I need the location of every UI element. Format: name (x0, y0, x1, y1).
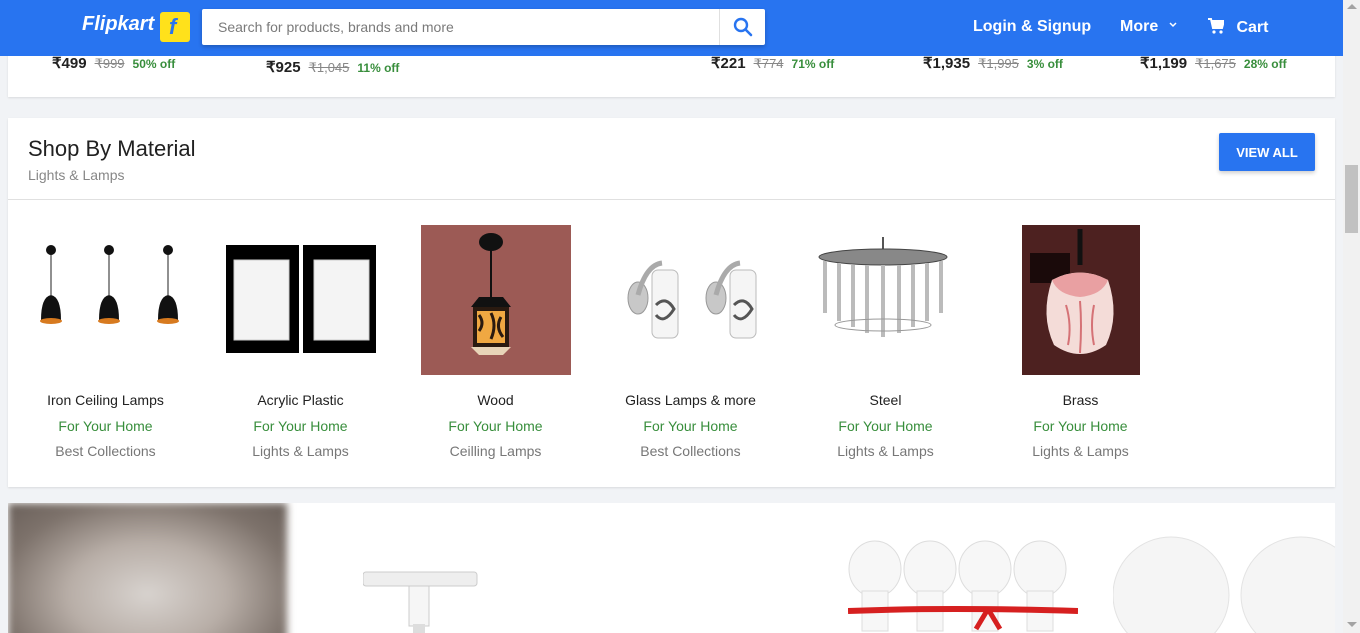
original-price: ₹1,995 (978, 56, 1019, 71)
discount-badge: 11% off (357, 61, 400, 75)
view-all-button[interactable]: VIEW ALL (1219, 133, 1315, 171)
product-category: Best Collections (55, 443, 156, 459)
product-category: Best Collections (640, 443, 741, 459)
cart-link[interactable]: Cart (1208, 18, 1268, 37)
original-price: ₹1,675 (1195, 56, 1236, 71)
product-tag: For Your Home (58, 418, 153, 434)
scroll-down-arrow-icon[interactable] (1347, 622, 1357, 627)
login-signup-link[interactable]: Login & Signup (973, 18, 1091, 36)
price-row: ₹1,199 ₹1,675 28% off (1140, 54, 1287, 72)
scrollbar-thumb[interactable] (1345, 165, 1358, 233)
product-card-brass[interactable]: Brass For Your Home Lights & Lamps (983, 225, 1178, 459)
top-header: Flipkart Login & Signup More Cart (0, 0, 1343, 56)
product-name: Wood (477, 392, 514, 408)
product-image[interactable] (363, 568, 483, 633)
discount-badge: 71% off (791, 57, 835, 71)
next-section (8, 503, 1335, 633)
product-tag: For Your Home (448, 418, 543, 434)
current-price: ₹925 (266, 59, 301, 76)
product-image[interactable] (848, 539, 1078, 633)
banner-image[interactable] (8, 503, 287, 633)
cart-icon (1208, 18, 1226, 34)
flipkart-logo-icon[interactable] (160, 12, 190, 42)
scroll-up-arrow-icon[interactable] (1347, 4, 1357, 9)
flipkart-logo[interactable]: Flipkart (82, 13, 154, 36)
product-image (616, 225, 766, 375)
product-tag: For Your Home (643, 418, 738, 434)
cart-label: Cart (1236, 19, 1269, 36)
product-tag: For Your Home (253, 418, 348, 434)
price-row: ₹221 ₹774 71% off (711, 54, 834, 72)
product-tag: For Your Home (838, 418, 933, 434)
original-price: ₹774 (753, 56, 784, 71)
product-image (225, 225, 376, 375)
current-price: ₹1,199 (1140, 55, 1188, 72)
product-image (31, 225, 181, 375)
search-button[interactable] (719, 9, 765, 45)
chevron-down-icon (1169, 22, 1177, 28)
current-price: ₹1,935 (923, 55, 971, 72)
product-name: Iron Ceiling Lamps (47, 392, 164, 408)
discount-badge: 3% off (1026, 57, 1063, 71)
product-category: Ceilling Lamps (449, 443, 542, 459)
search-input[interactable] (202, 9, 718, 45)
discount-badge: 50% off (132, 57, 176, 71)
section-title: Shop By Material (28, 136, 196, 161)
product-image (420, 225, 571, 375)
product-card-acrylic[interactable]: Acrylic Plastic For Your Home Lights & L… (203, 225, 398, 459)
product-card-wood[interactable]: Wood For Your Home Ceilling Lamps (398, 225, 593, 459)
shop-by-material-section: Shop By Material Lights & Lamps VIEW ALL (8, 118, 1335, 487)
product-name: Steel (869, 392, 902, 408)
divider (8, 199, 1335, 200)
current-price: ₹499 (52, 55, 87, 72)
more-label: More (1120, 18, 1159, 35)
product-image[interactable] (1113, 533, 1335, 633)
product-tag: For Your Home (1033, 418, 1128, 434)
product-name: Glass Lamps & more (625, 392, 756, 408)
discount-badge: 28% off (1243, 57, 1287, 71)
product-card-glass[interactable]: Glass Lamps & more For Your Home Best Co… (593, 225, 788, 459)
search-icon (733, 17, 752, 37)
price-row: ₹925 ₹1,045 11% off (266, 58, 399, 76)
price-row: ₹499 ₹999 50% off (52, 54, 175, 72)
product-name: Acrylic Plastic (257, 392, 344, 408)
original-price: ₹1,045 (308, 60, 350, 75)
original-price: ₹999 (94, 56, 125, 71)
product-category: Lights & Lamps (1032, 443, 1129, 459)
more-menu[interactable]: More (1120, 18, 1177, 36)
product-category: Lights & Lamps (252, 443, 349, 459)
current-price: ₹221 (711, 55, 746, 72)
product-image (811, 225, 961, 375)
search-bar (202, 9, 765, 45)
product-card-iron[interactable]: Iron Ceiling Lamps For Your Home Best Co… (8, 225, 203, 459)
product-image (1021, 225, 1140, 375)
section-subtitle: Lights & Lamps (28, 167, 125, 183)
product-category: Lights & Lamps (837, 443, 934, 459)
page-scrollbar[interactable] (1343, 0, 1360, 633)
product-name: Brass (1062, 392, 1099, 408)
price-row: ₹1,935 ₹1,995 3% off (923, 54, 1063, 72)
product-card-steel[interactable]: Steel For Your Home Lights & Lamps (788, 225, 983, 459)
